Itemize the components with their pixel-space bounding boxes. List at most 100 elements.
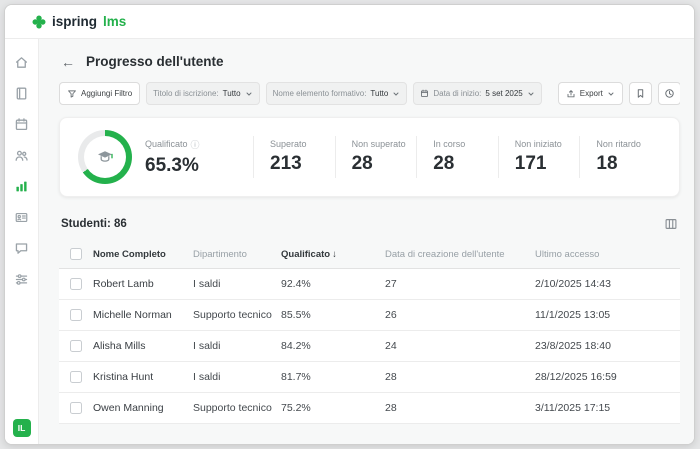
donut-center [84, 136, 126, 178]
cell-created: 27 [385, 278, 535, 290]
add-filter-label: Aggiungi Filtro [81, 89, 132, 98]
cell-last-access: 11/1/2025 13:05 [535, 309, 680, 321]
filter-chip-enrollment[interactable]: Titolo di iscrizione: Tutto [146, 82, 259, 105]
table-row: Kristina Hunt I saldi 81.7% 28 28/12/202… [59, 362, 680, 393]
home-icon [14, 55, 29, 70]
export-button[interactable]: Export [558, 82, 623, 105]
bookmark-icon [635, 88, 646, 99]
header-last-access[interactable]: Ultimo accesso [535, 249, 680, 260]
chevron-down-icon [607, 90, 615, 98]
main-content: ← Progresso dell'utente Aggiungi Filtro … [39, 39, 694, 444]
cell-name: Robert Lamb [93, 278, 193, 290]
cell-qualified: 92.4% [281, 278, 385, 290]
graduation-cap-icon [95, 147, 115, 167]
stat-not-started: Non iniziato 171 [499, 139, 580, 175]
stat-failed: Non superato 28 [336, 139, 417, 175]
bookmark-button[interactable] [629, 82, 652, 105]
user-avatar[interactable]: IL [13, 419, 31, 437]
header-name[interactable]: Nome Completo [93, 249, 193, 260]
table-row: Owen Manning Supporto tecnico 75.2% 28 3… [59, 393, 680, 424]
qualified-value: 65.3% [145, 155, 253, 177]
add-filter-button[interactable]: Aggiungi Filtro [59, 82, 140, 105]
filter-chip-content-item[interactable]: Nome elemento formativo: Tutto [266, 82, 408, 105]
cell-created: 28 [385, 402, 535, 414]
cell-department: I saldi [193, 371, 281, 383]
table-row: Robert Lamb I saldi 92.4% 27 2/10/2025 1… [59, 269, 680, 300]
id-card-icon [14, 210, 29, 225]
column-settings-button[interactable] [664, 217, 678, 231]
cell-qualified: 81.7% [281, 371, 385, 383]
brand-product: lms [103, 14, 126, 29]
history-button[interactable] [658, 82, 680, 105]
filter-bar: Aggiungi Filtro Titolo di iscrizione: Tu… [59, 82, 680, 105]
row-checkbox[interactable] [70, 309, 82, 321]
chevron-down-icon [245, 90, 253, 98]
cell-qualified: 85.5% [281, 309, 385, 321]
cell-name: Michelle Norman [93, 309, 193, 321]
clover-logo-icon [31, 14, 47, 30]
table-header-row: Nome Completo Dipartimento Qualificato↓ … [59, 240, 680, 269]
ispring-logo[interactable]: ispring lms [31, 14, 126, 30]
sidebar-item-courses[interactable] [11, 84, 33, 102]
row-checkbox[interactable] [70, 278, 82, 290]
row-checkbox[interactable] [70, 340, 82, 352]
qualified-label: Qualificato [145, 139, 188, 149]
book-icon [14, 86, 29, 101]
cell-created: 24 [385, 340, 535, 352]
chevron-down-icon [527, 90, 535, 98]
sidebar-item-reports[interactable] [11, 177, 33, 195]
cell-name: Owen Manning [93, 402, 193, 414]
sidebar-item-users[interactable] [11, 146, 33, 164]
table-row: Michelle Norman Supporto tecnico 85.5% 2… [59, 300, 680, 331]
clock-icon [664, 88, 675, 99]
cell-created: 28 [385, 371, 535, 383]
table-row: Alisha Mills I saldi 84.2% 24 23/8/2025 … [59, 331, 680, 362]
header-qualified[interactable]: Qualificato↓ [281, 249, 385, 260]
export-icon [566, 89, 576, 99]
cell-last-access: 2/10/2025 14:43 [535, 278, 680, 290]
funnel-icon [67, 89, 77, 99]
cell-department: Supporto tecnico [193, 402, 281, 414]
cell-name: Kristina Hunt [93, 371, 193, 383]
brand-name: ispring [52, 14, 97, 29]
chevron-down-icon [392, 90, 400, 98]
students-count: Studenti: 86 [61, 218, 127, 230]
row-checkbox[interactable] [70, 402, 82, 414]
filter-chip-start-date[interactable]: Data di inizio: 5 set 2025 [413, 82, 541, 105]
calendar-icon [14, 117, 29, 132]
columns-icon [664, 217, 678, 231]
sidebar-item-settings[interactable] [11, 270, 33, 288]
sidebar-item-home[interactable] [11, 53, 33, 71]
cell-department: I saldi [193, 278, 281, 290]
cell-qualified: 75.2% [281, 402, 385, 414]
stat-in-progress: In corso 28 [417, 139, 498, 175]
bar-chart-icon [14, 179, 29, 194]
cell-last-access: 3/11/2025 17:15 [535, 402, 680, 414]
sidebar-item-certificates[interactable] [11, 208, 33, 226]
sort-desc-icon: ↓ [332, 249, 337, 260]
page-title: Progresso dell'utente [86, 54, 224, 69]
calendar-icon [420, 89, 429, 98]
sliders-icon [14, 272, 29, 287]
sidebar-item-calendar[interactable] [11, 115, 33, 133]
cell-department: Supporto tecnico [193, 309, 281, 321]
chat-icon [14, 241, 29, 256]
sidebar-item-messages[interactable] [11, 239, 33, 257]
export-label: Export [580, 89, 603, 98]
cell-qualified: 84.2% [281, 340, 385, 352]
users-icon [14, 148, 29, 163]
select-all-checkbox[interactable] [70, 248, 82, 260]
cell-department: I saldi [193, 340, 281, 352]
header-created[interactable]: Data di creazione dell'utente [385, 249, 535, 260]
row-checkbox[interactable] [70, 371, 82, 383]
summary-card: Qualificato ⓘ 65.3% Superato 213 Non sup… [59, 117, 680, 197]
back-arrow-icon[interactable]: ← [61, 55, 75, 69]
qualified-donut [78, 130, 132, 184]
cell-last-access: 23/8/2025 18:40 [535, 340, 680, 352]
sidebar: IL [5, 39, 39, 444]
cell-last-access: 28/12/2025 16:59 [535, 371, 680, 383]
top-bar: ispring lms [5, 5, 694, 39]
info-icon[interactable]: ⓘ [191, 138, 200, 151]
header-department[interactable]: Dipartimento [193, 249, 281, 260]
app-window: ispring lms [4, 4, 695, 445]
